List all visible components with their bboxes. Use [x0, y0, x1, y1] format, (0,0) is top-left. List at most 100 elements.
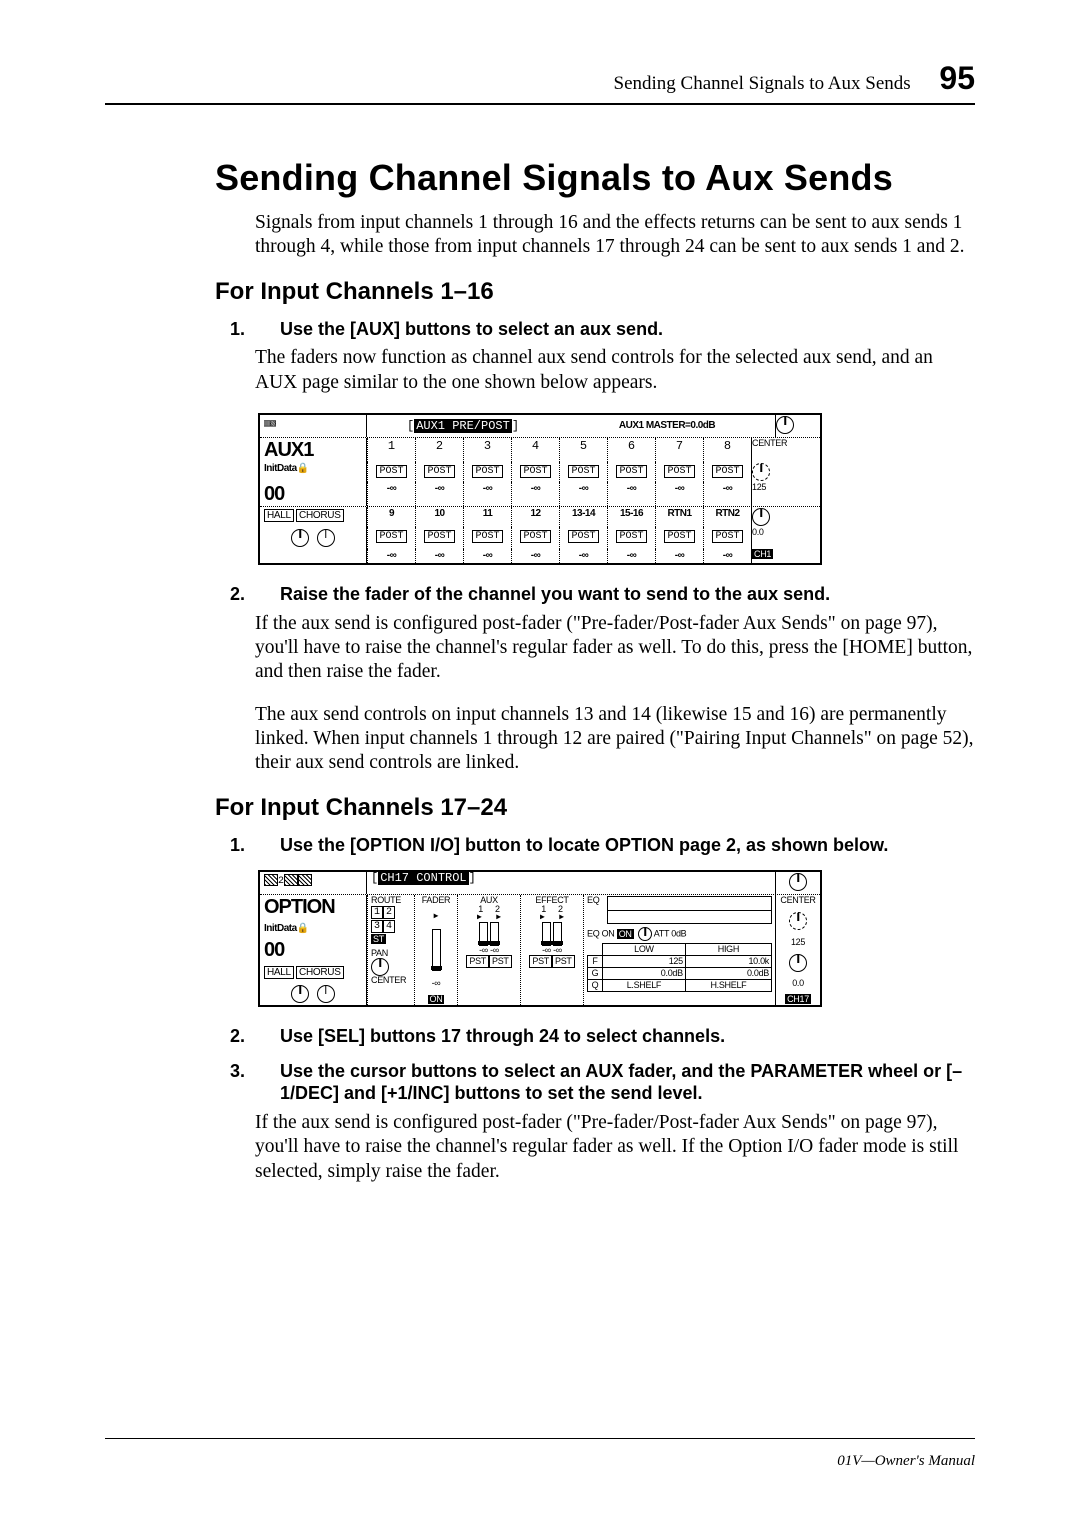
- step-number: 2.: [255, 583, 280, 606]
- post-badge: POST: [616, 465, 646, 478]
- pan-dial-icon: [789, 954, 807, 972]
- post-badge: POST: [472, 465, 502, 478]
- step-text: Use the [OPTION I/O] button to locate OP…: [280, 835, 888, 855]
- send-value: -∞: [655, 482, 703, 506]
- fx-dial-icon: [317, 529, 335, 547]
- att-dial-icon: [638, 927, 652, 941]
- send-value: -∞: [703, 482, 751, 506]
- col-label: 11: [463, 507, 511, 527]
- post-badge: POST: [424, 465, 454, 478]
- step-text: Use the cursor buttons to select an AUX …: [280, 1061, 962, 1104]
- step-number: 1.: [255, 834, 280, 857]
- step-b3: 3.Use the cursor buttons to select an AU…: [155, 1060, 975, 1105]
- att-label: ATT: [654, 929, 669, 939]
- pst-badge: PST: [489, 955, 512, 968]
- pan-dial-icon: [776, 416, 794, 434]
- col-label: 15-16: [607, 507, 655, 527]
- step-b1: 1.Use the [OPTION I/O] button to locate …: [155, 834, 975, 857]
- route-st: ST: [371, 934, 386, 944]
- eff-value: -∞: [542, 945, 551, 955]
- post-badge: POST: [520, 465, 550, 478]
- fx-dial-icon: [291, 985, 309, 1003]
- eq-high-gain: 0.0dB: [685, 968, 771, 980]
- col-label: RTN1: [655, 507, 703, 527]
- pst-badge: PST: [529, 955, 552, 968]
- send-value: -∞: [367, 482, 415, 506]
- post-badge: POST: [664, 465, 694, 478]
- col-label: 5: [559, 438, 607, 462]
- col-label: 8: [703, 438, 751, 462]
- eq-low-freq: 125: [603, 956, 686, 968]
- right-125: 125: [791, 938, 805, 947]
- eq-low-shelf: L.SHELF: [603, 980, 686, 992]
- step-number: 1.: [255, 318, 280, 341]
- post-badge: POST: [520, 530, 550, 543]
- running-header: Sending Channel Signals to Aux Sends 95: [105, 60, 975, 105]
- pan-center: CENTER: [371, 976, 411, 985]
- col-label: 10: [415, 507, 463, 527]
- right-ch: CH1: [752, 549, 773, 559]
- tab-icon: [284, 874, 298, 886]
- step-a1: 1.Use the [AUX] buttons to select an aux…: [155, 318, 975, 341]
- right-125: 125: [751, 482, 796, 506]
- lock-icon: 🔒: [297, 463, 309, 474]
- lcd-figure-option: 2 [CH17 CONTROL] OPTION InitData🔒 00 HAL…: [258, 870, 822, 1007]
- pst-badge: PST: [466, 955, 489, 968]
- eq-low-gain: 0.0dB: [603, 968, 686, 980]
- post-badge: POST: [616, 530, 646, 543]
- fx-label: HALL: [264, 966, 294, 979]
- eq-row-f: F: [588, 956, 603, 968]
- tab-label: CH17 CONTROL: [378, 871, 468, 885]
- page-title: Sending Channel Signals to Aux Sends: [105, 155, 975, 199]
- route-label: ROUTE: [371, 896, 411, 905]
- eqon-label: EQ ON: [587, 929, 615, 939]
- pan-dial-icon: [789, 873, 807, 891]
- send-value: -∞: [463, 482, 511, 506]
- eq-row-g: G: [588, 968, 603, 980]
- fader-icon: [479, 922, 488, 946]
- pst-badge: PST: [552, 955, 575, 968]
- page-footer: 01V—Owner's Manual: [105, 1438, 975, 1470]
- encoder-icon: [752, 463, 770, 481]
- fx-label: HALL: [264, 509, 294, 522]
- fader-icon: [490, 922, 499, 946]
- eq-high-label: HIGH: [685, 944, 771, 956]
- col-label: 4: [511, 438, 559, 462]
- tab-icon: [264, 874, 278, 886]
- tab-icon: [298, 874, 312, 886]
- eq-high-freq: 10.0k: [685, 956, 771, 968]
- col-label: 6: [607, 438, 655, 462]
- eq-low-label: LOW: [603, 944, 686, 956]
- page-number: 95: [939, 60, 975, 96]
- step-number: 3.: [255, 1060, 280, 1083]
- side-counter: 00: [264, 483, 284, 505]
- step-text: Use the [AUX] buttons to select an aux s…: [280, 319, 663, 339]
- step-a1-body: The faders now function as channel aux s…: [105, 346, 975, 395]
- step-a2-body2: The aux send controls on input channels …: [105, 703, 975, 776]
- send-value: -∞: [415, 482, 463, 506]
- intro-paragraph: Signals from input channels 1 through 16…: [105, 211, 975, 260]
- route-opt: 3: [371, 920, 383, 933]
- send-value: -∞: [511, 482, 559, 506]
- fader-value: -∞: [432, 979, 441, 988]
- side-sub: InitData: [264, 463, 297, 474]
- side-title: OPTION: [264, 897, 362, 917]
- send-value: -∞: [607, 549, 655, 563]
- eq-high-shelf: H.SHELF: [685, 980, 771, 992]
- right-00: 0.0: [792, 979, 804, 988]
- lcd-figure-aux: ▥▧ [AUX1 PRE/POST] AUX1 MASTER=0.0dB AUX…: [258, 413, 822, 565]
- encoder-icon: [789, 912, 807, 930]
- on-badge: ON: [428, 995, 445, 1004]
- att-value: 0dB: [671, 929, 686, 939]
- step-b2: 2.Use [SEL] buttons 17 through 24 to sel…: [155, 1025, 975, 1048]
- pan-label: PAN: [371, 949, 411, 958]
- step-text: Raise the fader of the channel you want …: [280, 584, 830, 604]
- col-label: 13-14: [559, 507, 607, 527]
- col-label: 2: [415, 438, 463, 462]
- fader-icon: [432, 929, 441, 971]
- col-label: RTN2: [703, 507, 751, 527]
- running-title: Sending Channel Signals to Aux Sends: [614, 73, 911, 94]
- step-number: 2.: [255, 1025, 280, 1048]
- aux-value: -∞: [490, 945, 499, 955]
- route-opt: 4: [383, 920, 395, 933]
